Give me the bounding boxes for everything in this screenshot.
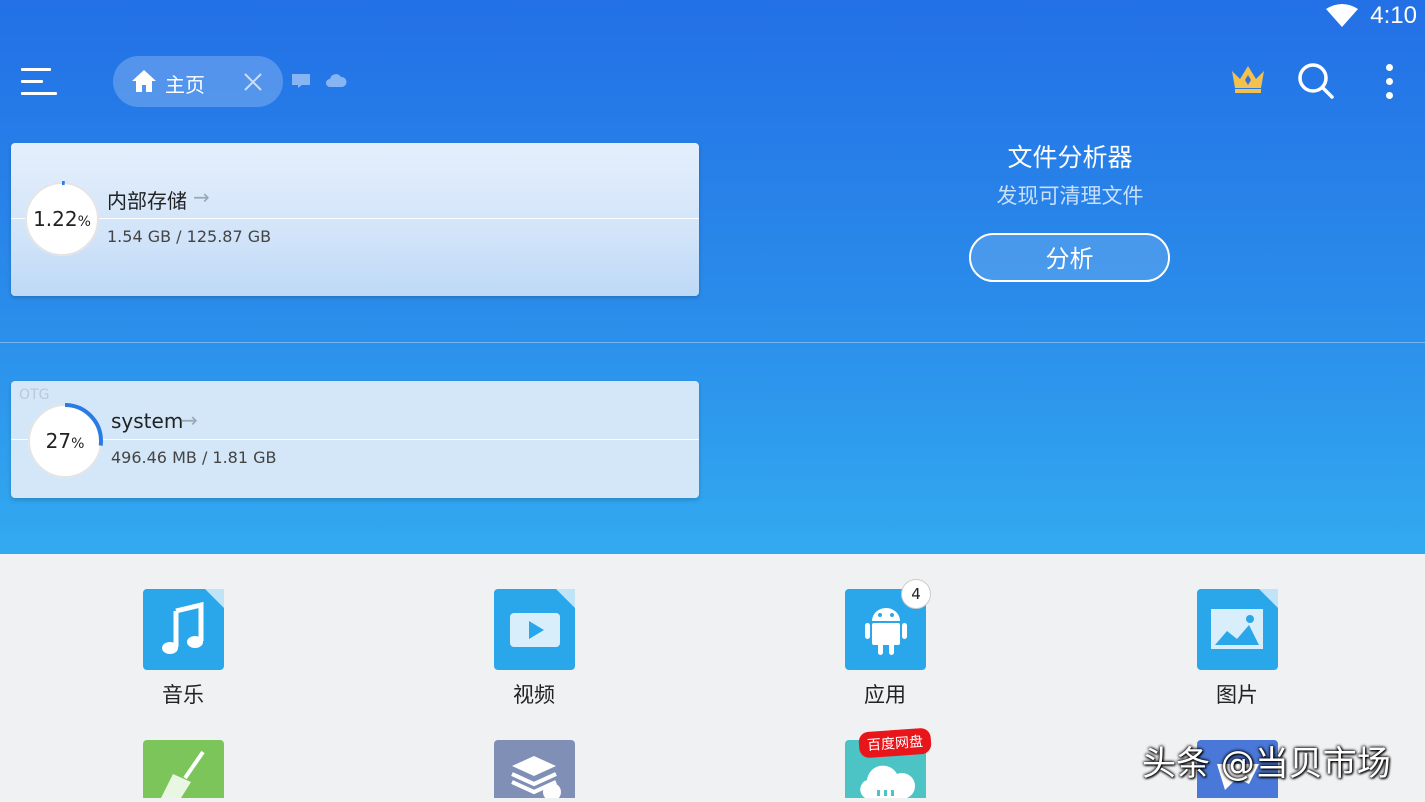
category-label: 音乐 [162, 683, 204, 707]
usage-percent: 1.22% [33, 207, 91, 231]
divider [0, 342, 1425, 343]
storage-name: system [111, 409, 184, 433]
internal-storage-card[interactable]: 1.22% 内部存储 → 1.54 GB / 125.87 GB [11, 143, 699, 296]
search-icon[interactable] [1297, 62, 1335, 100]
storage-size: 496.46 MB / 1.81 GB [111, 448, 277, 467]
image-icon [1211, 589, 1278, 649]
category-video[interactable] [494, 589, 575, 670]
storage-name: 内部存储 [107, 189, 187, 213]
analyzer-title: 文件分析器 [1007, 143, 1133, 172]
home-icon [132, 70, 156, 92]
cloud-icon[interactable] [325, 71, 347, 89]
category-archive[interactable] [494, 740, 575, 801]
cleaner-icon [161, 750, 205, 798]
analyze-button[interactable]: 分析 [969, 233, 1170, 282]
apps-count-badge: 4 [901, 579, 931, 609]
crown-icon[interactable] [1230, 63, 1266, 95]
video-icon [510, 589, 575, 647]
arrow-right-icon: → [181, 408, 198, 432]
category-cleaner[interactable] [143, 740, 224, 798]
close-icon[interactable] [241, 70, 265, 94]
arrow-right-icon: → [193, 185, 210, 209]
watermark: 头条 @当贝市场 [1142, 744, 1391, 784]
network-icon[interactable] [290, 72, 312, 90]
usage-percent: 27% [45, 429, 85, 453]
category-label: 应用 [864, 683, 906, 707]
archive-icon [511, 756, 561, 801]
more-icon [1386, 64, 1393, 71]
analyzer-subtitle: 发现可清理文件 [996, 184, 1144, 208]
category-images[interactable] [1197, 589, 1278, 670]
wifi-icon [1326, 4, 1358, 27]
music-icon [162, 589, 224, 654]
category-label: 图片 [1216, 683, 1258, 707]
menu-button[interactable] [18, 64, 58, 100]
more-options-button[interactable] [1380, 62, 1400, 102]
otg-storage-card[interactable]: OTG 27% system → 496.46 MB / 1.81 GB [11, 381, 699, 498]
category-label: 视频 [513, 683, 555, 707]
baidu-netdisk-badge: 百度网盘 [858, 727, 932, 759]
menu-icon [21, 68, 51, 71]
storage-size: 1.54 GB / 125.87 GB [107, 227, 272, 246]
status-time: 4:10 [1370, 2, 1417, 29]
tab-home[interactable]: 主页 [113, 56, 283, 107]
tab-label: 主页 [165, 73, 205, 97]
category-music[interactable] [143, 589, 224, 670]
